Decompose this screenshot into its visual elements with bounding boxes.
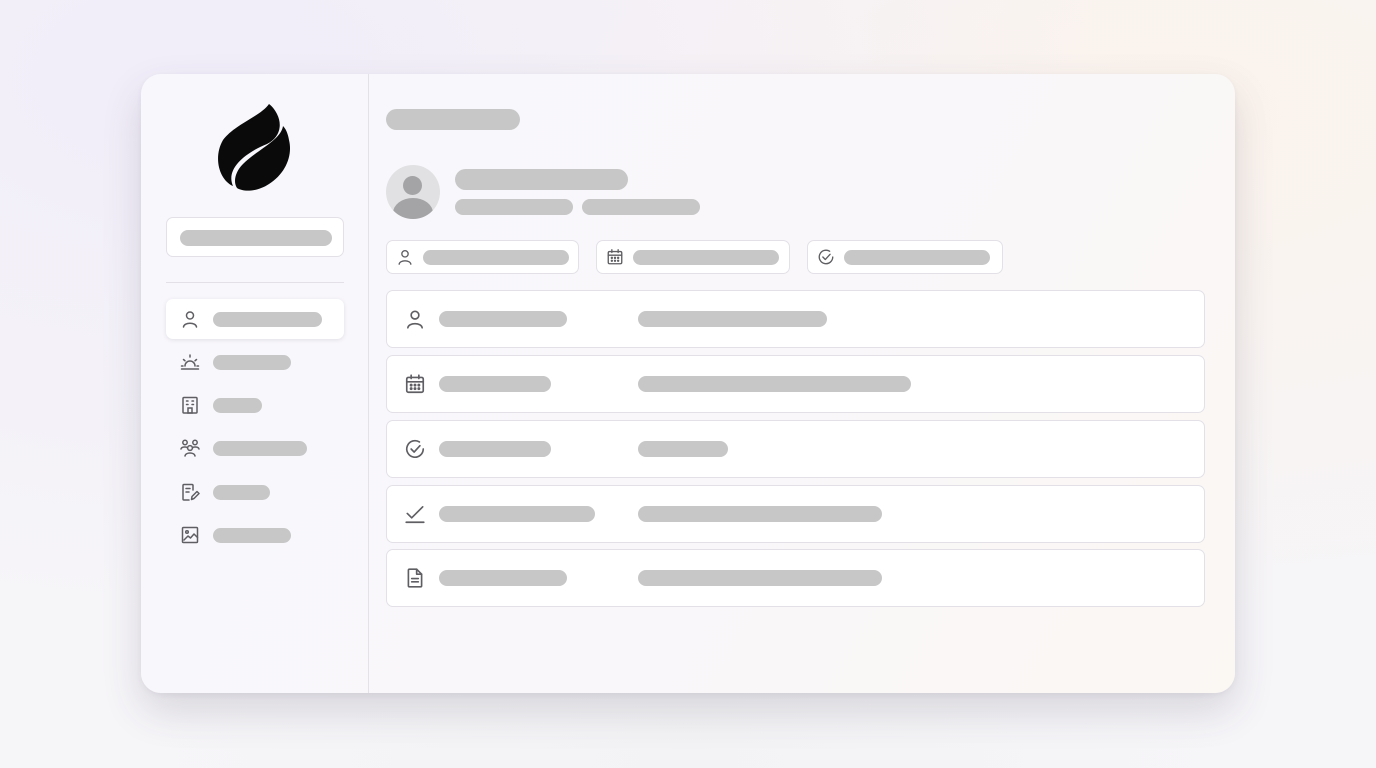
- sidebar: [141, 74, 369, 693]
- sidebar-item-label: [213, 441, 307, 456]
- sidebar-divider: [166, 282, 344, 283]
- detail-value: [638, 570, 882, 586]
- image-icon: [180, 525, 200, 545]
- detail-label: [439, 570, 567, 586]
- sidebar-item-notes[interactable]: [166, 472, 344, 512]
- sidebar-item-label: [213, 355, 291, 370]
- check-circle-icon: [404, 438, 426, 460]
- detail-value: [638, 506, 882, 522]
- building-icon: [180, 395, 200, 415]
- sidebar-item-sunrise[interactable]: [166, 342, 344, 382]
- users-icon: [180, 438, 200, 458]
- profile-name: [455, 169, 628, 190]
- detail-row-task[interactable]: [386, 485, 1205, 543]
- chip-person[interactable]: [386, 240, 579, 274]
- profile-meta: [455, 199, 573, 215]
- sidebar-item-profile[interactable]: [166, 299, 344, 339]
- search-input-value: [180, 230, 332, 246]
- sidebar-item-label: [213, 485, 270, 500]
- user-icon: [180, 309, 200, 329]
- detail-value: [638, 311, 827, 327]
- sidebar-item-label: [213, 528, 291, 543]
- calendar-icon: [404, 373, 426, 395]
- avatar-placeholder-icon: [386, 165, 440, 219]
- profile-meta: [582, 199, 700, 215]
- detail-row-date[interactable]: [386, 355, 1205, 413]
- detail-value: [638, 376, 911, 392]
- chip-label: [844, 250, 990, 265]
- detail-label: [439, 311, 567, 327]
- detail-value: [638, 441, 728, 457]
- app-window: [141, 74, 1235, 693]
- flame-logo-icon[interactable]: [217, 102, 293, 192]
- user-icon: [404, 308, 426, 330]
- user-icon: [396, 248, 414, 266]
- sidebar-item-gallery[interactable]: [166, 515, 344, 555]
- check-circle-icon: [817, 248, 835, 266]
- chip-status[interactable]: [807, 240, 1003, 274]
- detail-label: [439, 376, 551, 392]
- detail-row-document[interactable]: [386, 549, 1205, 607]
- page-title: [386, 109, 520, 130]
- chip-label: [423, 250, 569, 265]
- sidebar-item-team[interactable]: [166, 428, 344, 468]
- sidebar-search-input[interactable]: [166, 217, 344, 257]
- sidebar-item-building[interactable]: [166, 385, 344, 425]
- sunrise-icon: [180, 352, 200, 372]
- detail-row-status[interactable]: [386, 420, 1205, 478]
- detail-label: [439, 441, 551, 457]
- checkmark-icon: [404, 503, 426, 525]
- chip-date[interactable]: [596, 240, 790, 274]
- sidebar-item-label: [213, 398, 262, 413]
- sidebar-item-label: [213, 312, 322, 327]
- main-content: [369, 74, 1235, 693]
- chip-label: [633, 250, 779, 265]
- document-icon: [404, 567, 426, 589]
- detail-row-person[interactable]: [386, 290, 1205, 348]
- calendar-icon: [606, 248, 624, 266]
- detail-label: [439, 506, 595, 522]
- edit-note-icon: [180, 482, 200, 502]
